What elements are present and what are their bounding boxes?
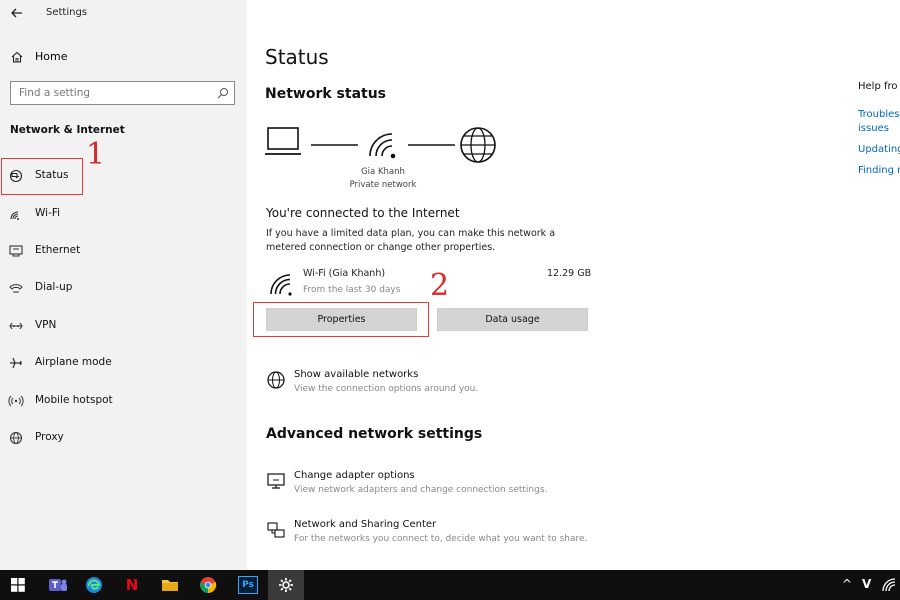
dialup-icon <box>9 284 23 293</box>
show-available-networks-link[interactable]: Show available networks View the connect… <box>266 369 626 405</box>
tray-chevron-up-icon[interactable]: ^ <box>842 577 852 591</box>
settings-gear-icon <box>279 578 293 592</box>
sidebar-item-airplane[interactable]: Airplane mode <box>0 348 247 378</box>
sidebar-item-wifi[interactable]: Wi-Fi <box>0 199 247 229</box>
vpn-icon <box>9 322 23 330</box>
taskbar-file-explorer[interactable] <box>152 570 188 600</box>
photoshop-icon: Ps <box>238 576 258 594</box>
network-type: Private network <box>349 180 417 190</box>
option-title: Show available networks <box>294 369 419 380</box>
page-title: Status <box>265 45 329 69</box>
main-content: Status Network status Gia Khanh Private … <box>247 0 900 570</box>
sidebar-item-label: Home <box>35 50 68 63</box>
connected-description: If you have a limited data plan, you can… <box>266 228 556 253</box>
wifi-data-usage: 12.29 GB <box>547 268 592 279</box>
edge-icon <box>86 577 102 593</box>
sidebar-item-label: Ethernet <box>35 244 81 256</box>
help-link-troubleshoot[interactable]: Troublesi <box>858 109 900 120</box>
data-usage-button[interactable]: Data usage <box>437 308 588 331</box>
change-adapter-options-link[interactable]: Change adapter options View network adap… <box>266 470 626 506</box>
adapter-monitor-icon <box>267 473 285 489</box>
help-link-updating[interactable]: Updating <box>858 144 900 155</box>
help-link-troubleshoot-cont[interactable]: issues <box>858 123 889 134</box>
sharing-center-icon <box>267 522 285 538</box>
sidebar-item-ethernet[interactable]: Ethernet <box>0 236 247 266</box>
annotation-step-1: 1 <box>86 137 106 172</box>
search-icon <box>217 88 228 99</box>
option-description: View the connection options around you. <box>294 384 479 394</box>
airplane-icon <box>10 357 22 369</box>
network-status-heading: Network status <box>265 86 387 102</box>
wifi-usage-period: From the last 30 days <box>303 285 401 295</box>
network-name: Gia Khanh <box>361 167 405 177</box>
annotation-highlight-status <box>1 158 83 195</box>
proxy-globe-icon <box>9 431 23 445</box>
taskbar-settings[interactable] <box>268 570 304 600</box>
connected-heading: You're connected to the Internet <box>266 206 460 220</box>
start-button[interactable] <box>0 570 36 600</box>
wifi-signal-icon <box>369 133 396 159</box>
taskbar-teams[interactable] <box>40 570 76 600</box>
taskbar-chrome[interactable] <box>190 570 226 600</box>
sidebar-item-label: Proxy <box>35 431 64 443</box>
wifi-icon <box>10 211 19 220</box>
network-sharing-center-link[interactable]: Network and Sharing Center For the netwo… <box>266 519 626 555</box>
sidebar-item-label: Mobile hotspot <box>35 394 113 406</box>
ethernet-icon <box>9 245 23 257</box>
taskbar-netflix[interactable]: N <box>114 570 150 600</box>
taskbar-edge[interactable] <box>76 570 112 600</box>
windows-start-icon <box>11 578 25 592</box>
option-description: View network adapters and change connect… <box>294 485 548 495</box>
sidebar-item-dialup[interactable]: Dial-up <box>0 273 247 303</box>
option-title: Change adapter options <box>294 470 415 481</box>
annotation-step-2: 2 <box>430 268 450 303</box>
sidebar-item-label: VPN <box>35 319 57 331</box>
home-icon <box>11 51 23 63</box>
sidebar-item-home[interactable]: Home <box>0 44 247 70</box>
sidebar-item-label: Wi-Fi <box>35 207 61 219</box>
netflix-icon: N <box>125 576 139 594</box>
help-heading: Help fro <box>858 81 898 92</box>
settings-window: Settings Home Find a setting Network & I… <box>0 0 900 570</box>
hotspot-icon <box>8 395 24 407</box>
search-input[interactable]: Find a setting <box>10 81 235 105</box>
sidebar-item-hotspot[interactable]: Mobile hotspot <box>0 386 247 416</box>
wifi-connection-name: Wi-Fi (Gia Khanh) <box>303 268 386 279</box>
taskbar: N Ps ^ V <box>0 570 900 600</box>
file-explorer-icon <box>162 580 178 591</box>
sidebar-item-proxy[interactable]: Proxy <box>0 423 247 453</box>
section-heading: Network & Internet <box>10 124 125 136</box>
option-title: Network and Sharing Center <box>294 519 437 530</box>
annotation-highlight-properties <box>253 302 429 337</box>
chrome-icon <box>200 577 217 594</box>
option-description: For the networks you connect to, decide … <box>294 534 588 544</box>
teams-icon <box>49 579 67 591</box>
photoshop-label: Ps <box>242 580 254 590</box>
advanced-settings-heading: Advanced network settings <box>266 426 483 442</box>
tray-app-icon[interactable]: V <box>862 577 871 591</box>
laptop-icon <box>265 127 301 155</box>
globe-icon <box>460 127 496 163</box>
title-bar: Settings <box>0 0 247 28</box>
back-button[interactable] <box>8 5 26 21</box>
wifi-connection-icon <box>270 274 292 296</box>
sidebar-item-label: Airplane mode <box>35 356 112 368</box>
sidebar: Settings Home Find a setting Network & I… <box>0 0 247 570</box>
globe-network-icon <box>267 371 285 389</box>
tray-wifi-icon[interactable] <box>882 578 896 592</box>
help-link-finding[interactable]: Finding n <box>858 165 900 176</box>
arrow-left-icon <box>11 8 22 18</box>
sidebar-item-label: Dial-up <box>35 281 73 293</box>
sidebar-item-vpn[interactable]: VPN <box>0 311 247 341</box>
app-title: Settings <box>46 7 88 18</box>
search-placeholder: Find a setting <box>19 87 91 99</box>
taskbar-photoshop[interactable]: Ps <box>230 570 266 600</box>
